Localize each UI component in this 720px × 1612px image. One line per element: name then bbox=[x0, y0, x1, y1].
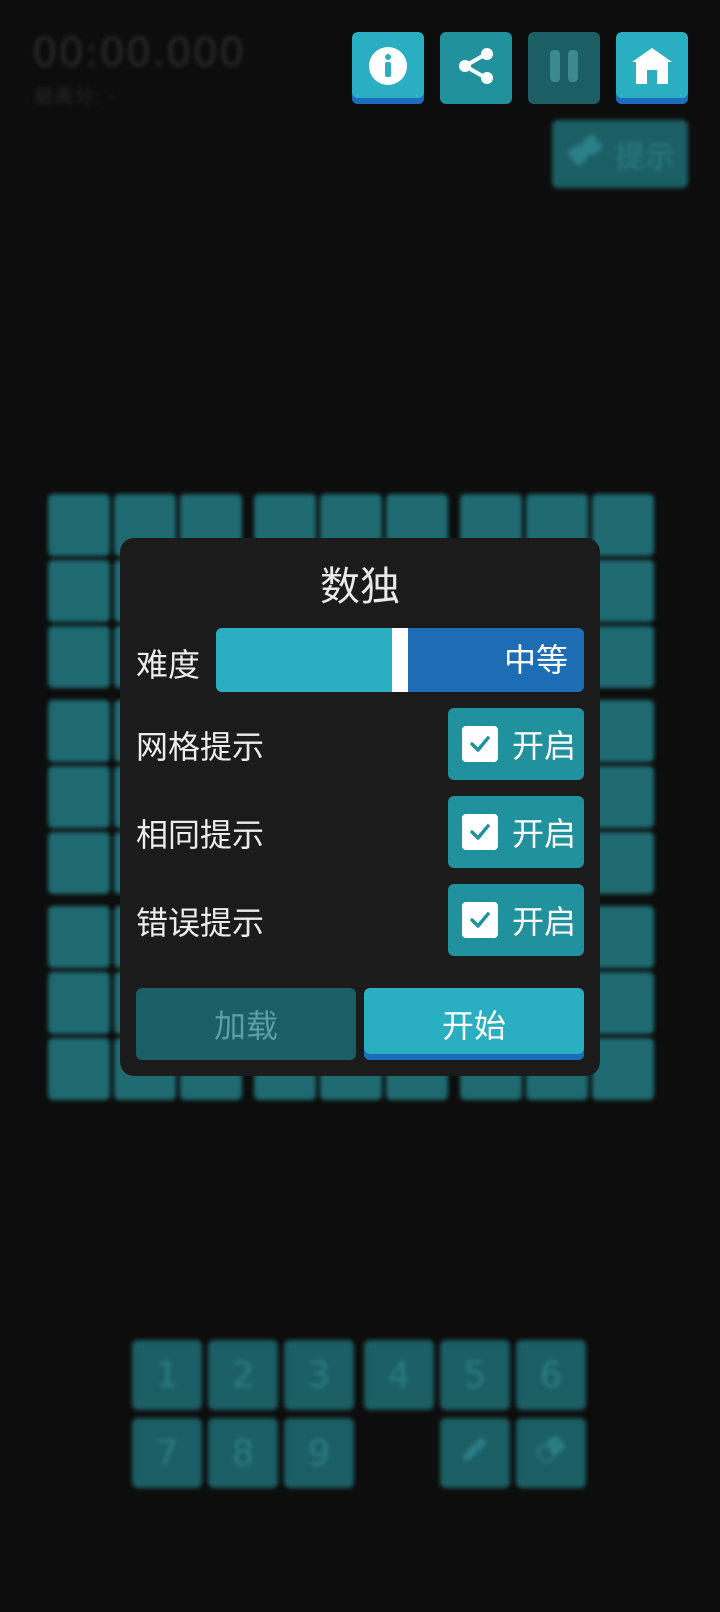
grid-cell[interactable] bbox=[48, 972, 110, 1034]
grid-cell[interactable] bbox=[48, 832, 110, 894]
toggle-error-hint[interactable]: 开启 bbox=[448, 884, 584, 956]
option-label-grid-hint: 网格提示 bbox=[136, 728, 265, 766]
share-icon bbox=[454, 44, 498, 92]
home-icon bbox=[629, 45, 675, 91]
checkbox-checked-icon bbox=[462, 902, 498, 938]
pencil-button[interactable] bbox=[440, 1418, 510, 1488]
checkbox-checked-icon bbox=[462, 726, 498, 762]
grid-cell[interactable] bbox=[592, 700, 654, 762]
grid-cell[interactable] bbox=[48, 906, 110, 968]
number-keypad[interactable]: 1 2 3 4 5 6 7 8 9 bbox=[132, 1340, 592, 1490]
grid-cell[interactable] bbox=[592, 1038, 654, 1100]
grid-cell[interactable] bbox=[592, 766, 654, 828]
key-9[interactable]: 9 bbox=[284, 1418, 354, 1488]
key-6[interactable]: 6 bbox=[516, 1340, 586, 1410]
key-1[interactable]: 1 bbox=[132, 1340, 202, 1410]
ticket-icon bbox=[565, 133, 605, 175]
info-icon bbox=[367, 45, 409, 91]
new-game-dialog: 数独 难度 中等 网格提示 开启 相同提示 开启 错误提示 开启 加载 开始 bbox=[120, 538, 600, 1076]
toggle-same-hint[interactable]: 开启 bbox=[448, 796, 584, 868]
grid-cell[interactable] bbox=[48, 1038, 110, 1100]
key-4[interactable]: 4 bbox=[364, 1340, 434, 1410]
load-button[interactable]: 加载 bbox=[136, 988, 356, 1060]
key-7[interactable]: 7 bbox=[132, 1418, 202, 1488]
grid-cell[interactable] bbox=[592, 832, 654, 894]
eraser-button[interactable] bbox=[516, 1418, 586, 1488]
hint-button[interactable]: 提示 bbox=[552, 120, 688, 188]
key-5[interactable]: 5 bbox=[440, 1340, 510, 1410]
home-button[interactable] bbox=[616, 32, 688, 104]
option-label-same-hint: 相同提示 bbox=[136, 816, 265, 854]
dialog-title: 数独 bbox=[320, 564, 400, 610]
eraser-icon bbox=[532, 1431, 570, 1476]
slider-thumb[interactable] bbox=[392, 628, 408, 692]
grid-cell[interactable] bbox=[48, 626, 110, 688]
difficulty-label: 难度 bbox=[136, 646, 201, 684]
toggle-state: 开启 bbox=[512, 815, 577, 853]
info-button[interactable] bbox=[352, 32, 424, 104]
timer: 00:00.000 bbox=[32, 30, 246, 76]
option-label-error-hint: 错误提示 bbox=[136, 904, 265, 942]
grid-cell[interactable] bbox=[592, 560, 654, 622]
grid-cell[interactable] bbox=[48, 494, 110, 556]
hint-label: 提示 bbox=[615, 140, 675, 175]
grid-cell[interactable] bbox=[592, 626, 654, 688]
grid-cell[interactable] bbox=[592, 494, 654, 556]
share-button[interactable] bbox=[440, 32, 512, 104]
grid-cell[interactable] bbox=[592, 906, 654, 968]
toggle-state: 开启 bbox=[512, 727, 577, 765]
key-8[interactable]: 8 bbox=[208, 1418, 278, 1488]
difficulty-value: 中等 bbox=[503, 641, 568, 679]
key-3[interactable]: 3 bbox=[284, 1340, 354, 1410]
pencil-icon bbox=[457, 1431, 493, 1476]
checkbox-checked-icon bbox=[462, 814, 498, 850]
best-score: 最高分: - bbox=[34, 84, 115, 108]
toggle-grid-hint[interactable]: 开启 bbox=[448, 708, 584, 780]
pause-icon bbox=[544, 46, 584, 90]
start-button[interactable]: 开始 bbox=[364, 988, 584, 1060]
slider-fill bbox=[216, 628, 400, 692]
grid-cell[interactable] bbox=[592, 972, 654, 1034]
grid-cell[interactable] bbox=[48, 700, 110, 762]
key-2[interactable]: 2 bbox=[208, 1340, 278, 1410]
pause-button[interactable] bbox=[528, 32, 600, 104]
grid-cell[interactable] bbox=[48, 766, 110, 828]
toggle-state: 开启 bbox=[512, 903, 577, 941]
difficulty-slider[interactable]: 中等 bbox=[216, 628, 584, 692]
grid-cell[interactable] bbox=[48, 560, 110, 622]
